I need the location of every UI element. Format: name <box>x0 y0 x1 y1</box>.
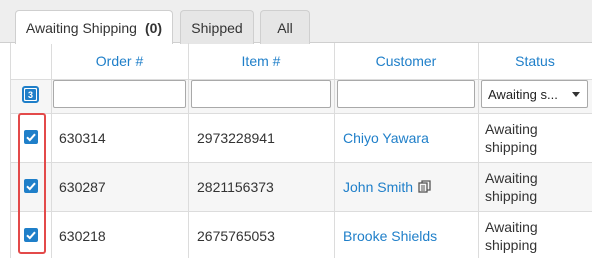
tab-count: (0) <box>144 19 163 36</box>
tab-awaiting-shipping[interactable]: Awaiting Shipping (0) <box>15 10 173 44</box>
status-filter-select[interactable]: Awaiting s... <box>481 80 588 108</box>
status-line: Awaiting <box>485 170 538 186</box>
chevron-down-icon <box>572 92 580 97</box>
customer-link[interactable]: John Smith <box>343 162 413 211</box>
item-number: 2821156373 <box>197 178 274 195</box>
tab-label: All <box>277 19 293 36</box>
status-filter-value: Awaiting s... <box>488 86 558 102</box>
order-number: 630218 <box>59 227 106 244</box>
tab-bar: Awaiting Shipping (0) Shipped All <box>0 0 592 44</box>
status-text: Awaiting shipping <box>485 218 575 254</box>
order-number: 630314 <box>59 129 106 146</box>
status-line: Awaiting <box>485 121 538 137</box>
column-header-status[interactable]: Status <box>478 43 592 79</box>
orders-panel: Awaiting Shipping (0) Shipped All Order … <box>0 0 592 258</box>
customer-filter-input[interactable] <box>337 80 475 108</box>
column-divider <box>10 43 11 258</box>
order-filter-input[interactable] <box>53 80 186 108</box>
tab-all[interactable]: All <box>260 10 310 44</box>
selection-count: 3 <box>25 89 36 100</box>
status-text: Awaiting shipping <box>485 169 575 205</box>
item-number: 2675765053 <box>197 227 275 244</box>
status-text: Awaiting shipping <box>485 120 575 156</box>
selection-count-badge[interactable]: 3 <box>22 86 39 103</box>
selection-highlight <box>18 113 46 254</box>
orders-table: Order # Item # Customer Status 3 Awaitin… <box>10 43 592 258</box>
status-line: shipping <box>485 237 538 253</box>
status-line: shipping <box>485 188 538 204</box>
tab-label: Awaiting Shipping <box>25 19 137 36</box>
column-header-item[interactable]: Item # <box>188 43 334 79</box>
tab-label: Shipped <box>191 19 243 36</box>
status-line: shipping <box>485 139 538 155</box>
status-line: Awaiting <box>485 219 538 235</box>
order-number: 630287 <box>59 178 106 195</box>
customer-link[interactable]: Chiyo Yawara <box>343 113 429 162</box>
item-filter-input[interactable] <box>191 80 331 108</box>
column-header-order[interactable]: Order # <box>51 43 188 79</box>
copy-icon[interactable] <box>418 180 431 193</box>
item-number: 2973228941 <box>197 129 275 146</box>
customer-link[interactable]: Brooke Shields <box>343 211 437 258</box>
column-header-customer[interactable]: Customer <box>334 43 478 79</box>
tab-shipped[interactable]: Shipped <box>180 10 254 44</box>
